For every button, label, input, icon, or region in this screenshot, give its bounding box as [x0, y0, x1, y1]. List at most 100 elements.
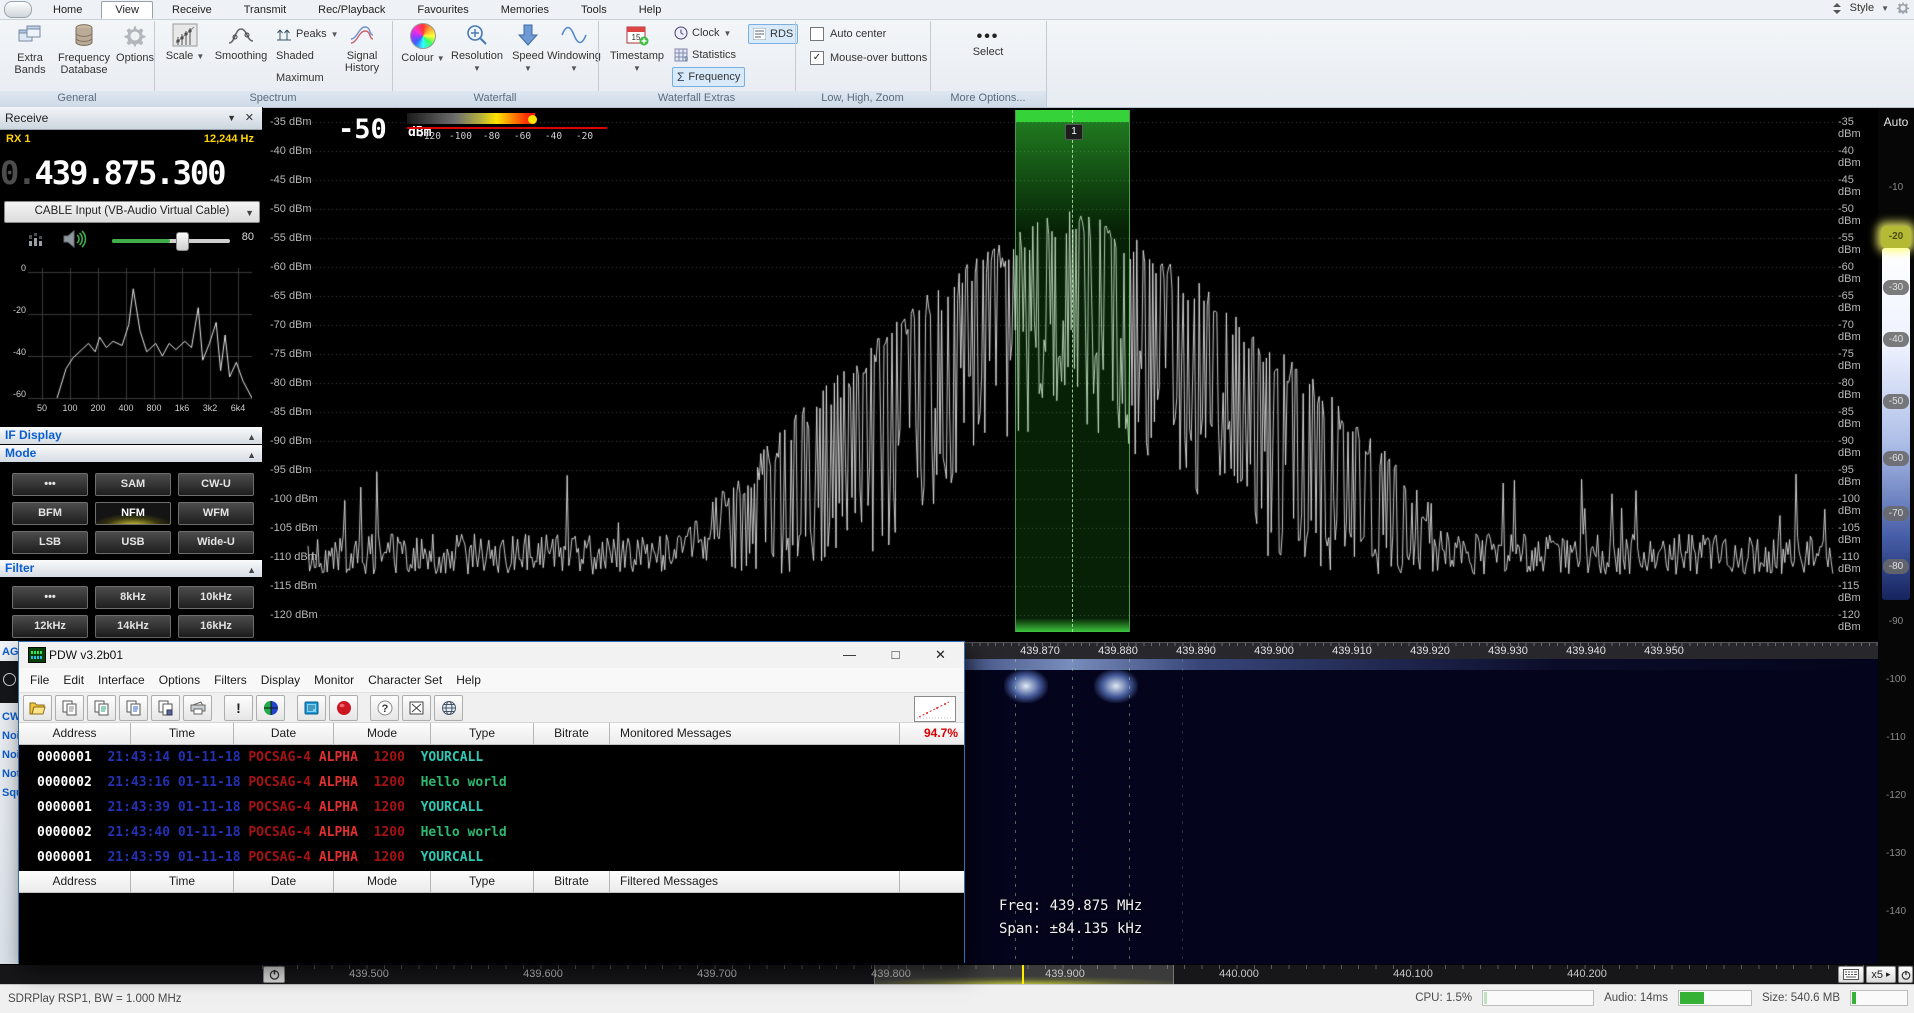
monitored-messages-list[interactable]: 0000001 21:43:14 01-11-18 POCSAG-4 ALPHA… — [19, 745, 964, 871]
statistics-button[interactable]: 9 Statistics — [674, 46, 736, 64]
filter-more-button[interactable]: ••• — [12, 586, 88, 609]
power-button-right[interactable] — [1898, 966, 1913, 983]
frequency-display[interactable]: 0.439.875.300 — [0, 149, 262, 197]
keyboard-entry-button[interactable] — [1838, 966, 1864, 983]
band-pan-bar[interactable]: 439.500439.600439.700439.800439.900440.0… — [0, 964, 1914, 985]
windowing-button[interactable]: Windowing ▼ — [544, 23, 604, 75]
panel-collapse-icon[interactable]: ▼ — [227, 107, 236, 129]
smoothing-button[interactable]: Smoothing — [210, 23, 272, 62]
filter-14khz-button[interactable]: 14kHz — [95, 615, 171, 638]
message-row[interactable]: 0000002 21:43:16 01-11-18 POCSAG-4 ALPHA… — [19, 770, 964, 795]
tab-favourites[interactable]: Favourites — [404, 2, 481, 18]
close-button[interactable]: ✕ — [918, 642, 963, 667]
mouse-over-checkbox-box[interactable]: ✓ — [810, 51, 824, 65]
mode-more-button[interactable]: ••• — [12, 473, 88, 496]
spectrum-display[interactable]: -35 dBm-40 dBm-45 dBm-50 dBm-55 dBm-60 d… — [262, 108, 1878, 642]
message-row[interactable]: 0000001 21:43:59 01-11-18 POCSAG-4 ALPHA… — [19, 845, 964, 870]
volume-slider-handle[interactable] — [176, 232, 189, 251]
palette-gradient-bar[interactable] — [407, 113, 535, 124]
auto-center-checkbox[interactable]: Auto center — [810, 27, 886, 41]
mode-lsb-button[interactable]: LSB — [12, 531, 88, 554]
filter-toggle-button[interactable] — [402, 695, 431, 721]
tab-view[interactable]: View — [101, 1, 153, 19]
pdw-decoder-window[interactable]: PDW v3.2b01 — □ ✕ File Edit Interface Op… — [18, 641, 965, 963]
tune-line[interactable] — [1072, 110, 1073, 632]
monitored-table-header[interactable]: AddressTimeDateModeTypeBitrateMonitored … — [19, 723, 964, 745]
mode-wfm-button[interactable]: WFM — [178, 502, 254, 525]
signal-history-button[interactable]: Signal History — [338, 23, 386, 74]
frequency-button-active[interactable]: Σ Frequency — [672, 67, 745, 87]
message-row[interactable]: 0000002 21:43:40 01-11-18 POCSAG-4 ALPHA… — [19, 820, 964, 845]
print-button[interactable] — [183, 695, 212, 721]
tab-receive[interactable]: Receive — [159, 2, 225, 18]
filtered-messages-list[interactable] — [19, 893, 964, 963]
help-button[interactable]: ? — [370, 695, 399, 721]
timestamp-button[interactable]: 15 Timestamp ▼ — [606, 23, 668, 75]
menu-display[interactable]: Display — [254, 673, 307, 687]
tab-memories[interactable]: Memories — [488, 2, 562, 18]
mode-usb-button[interactable]: USB — [95, 531, 171, 554]
style-menu[interactable]: Style — [1850, 2, 1874, 14]
alert-button[interactable]: ! — [224, 695, 253, 721]
settings-gear-icon[interactable] — [1896, 1, 1910, 15]
mouse-over-buttons-checkbox[interactable]: ✓ Mouse-over buttons — [810, 51, 927, 65]
auto-range-label[interactable]: Auto — [1878, 115, 1914, 129]
tab-rec-playback[interactable]: Rec/Playback — [305, 2, 398, 18]
message-row[interactable]: 0000001 21:43:39 01-11-18 POCSAG-4 ALPHA… — [19, 795, 964, 820]
section-filter[interactable]: Filter▲ — [0, 560, 262, 577]
peaks-button[interactable]: Peaks▼ — [276, 25, 339, 43]
power-button-left[interactable] — [263, 966, 285, 983]
auto-center-checkbox-box[interactable] — [810, 27, 824, 41]
menu-options[interactable]: Options — [152, 673, 207, 687]
speed-button[interactable]: Speed ▼ — [508, 23, 548, 75]
rds-button-active[interactable]: RDS — [748, 24, 798, 44]
clock-button[interactable]: Clock▼ — [674, 24, 731, 42]
colour-button[interactable]: Colour ▼ — [400, 23, 446, 65]
scale-button[interactable]: Scale ▼ — [162, 23, 208, 63]
menu-filters[interactable]: Filters — [207, 673, 254, 687]
tab-help[interactable]: Help — [626, 2, 675, 18]
monitor-globe-button[interactable] — [256, 695, 285, 721]
menu-monitor[interactable]: Monitor — [307, 673, 361, 687]
mode-sam-button[interactable]: SAM — [95, 473, 171, 496]
app-menu-button[interactable] — [4, 1, 32, 18]
audio-device-dropdown[interactable]: CABLE Input (VB-Audio Virtual Cable) ▼ — [4, 201, 260, 223]
open-folder-button[interactable] — [23, 695, 52, 721]
message-row[interactable]: 0000001 21:43:14 01-11-18 POCSAG-4 ALPHA… — [19, 745, 964, 770]
menu-character-set[interactable]: Character Set — [361, 673, 449, 687]
filter-10khz-button[interactable]: 10kHz — [178, 586, 254, 609]
levels-icon[interactable] — [28, 231, 46, 247]
rx-marker-badge[interactable]: 1 — [1065, 124, 1083, 140]
menu-help[interactable]: Help — [449, 673, 488, 687]
mode-nfm-button-active[interactable]: NFM — [95, 502, 171, 525]
maximize-button[interactable]: □ — [873, 642, 918, 667]
copy-monitored-button[interactable] — [55, 695, 84, 721]
tab-tools[interactable]: Tools — [568, 2, 620, 18]
frequency-database-button[interactable]: Frequency Database — [54, 23, 114, 76]
filter-16khz-button[interactable]: 16kHz — [178, 615, 254, 638]
minimize-button[interactable]: — — [827, 642, 872, 667]
save-button[interactable] — [151, 695, 180, 721]
extra-bands-button[interactable]: Extra Bands — [6, 23, 54, 76]
options-button[interactable]: Options — [116, 23, 154, 64]
shaded-button[interactable]: Shaded — [276, 47, 314, 65]
terminal-button[interactable] — [297, 695, 326, 721]
section-if-display[interactable]: IF Display▲ — [0, 427, 262, 444]
rx-passband-overlay[interactable]: 1 — [1015, 110, 1130, 632]
copy-filtered-button[interactable] — [87, 695, 116, 721]
speaker-icon[interactable] — [62, 229, 88, 249]
pdw-title-bar[interactable]: PDW v3.2b01 — □ ✕ — [19, 642, 964, 669]
filtered-table-header[interactable]: AddressTimeDateModeTypeBitrateFiltered M… — [19, 871, 964, 893]
record-button[interactable] — [329, 695, 358, 721]
select-button[interactable]: ••• Select — [958, 31, 1018, 58]
tab-transmit[interactable]: Transmit — [231, 2, 299, 18]
level-gradient-track[interactable] — [1882, 248, 1910, 600]
panel-close-icon[interactable]: ✕ — [245, 107, 254, 129]
mode-wideu-button[interactable]: Wide-U — [178, 531, 254, 554]
waterfall-level-strip[interactable]: Auto -10 -20 -30 -40 -50 -60 -70 -80 -90… — [1878, 108, 1914, 964]
volume-slider[interactable] — [112, 239, 230, 243]
palette-marker-dot[interactable] — [528, 115, 537, 124]
network-button[interactable] — [434, 695, 463, 721]
style-dropdown-arrow[interactable]: ▼ — [1881, 4, 1889, 13]
tab-home[interactable]: Home — [40, 2, 95, 18]
